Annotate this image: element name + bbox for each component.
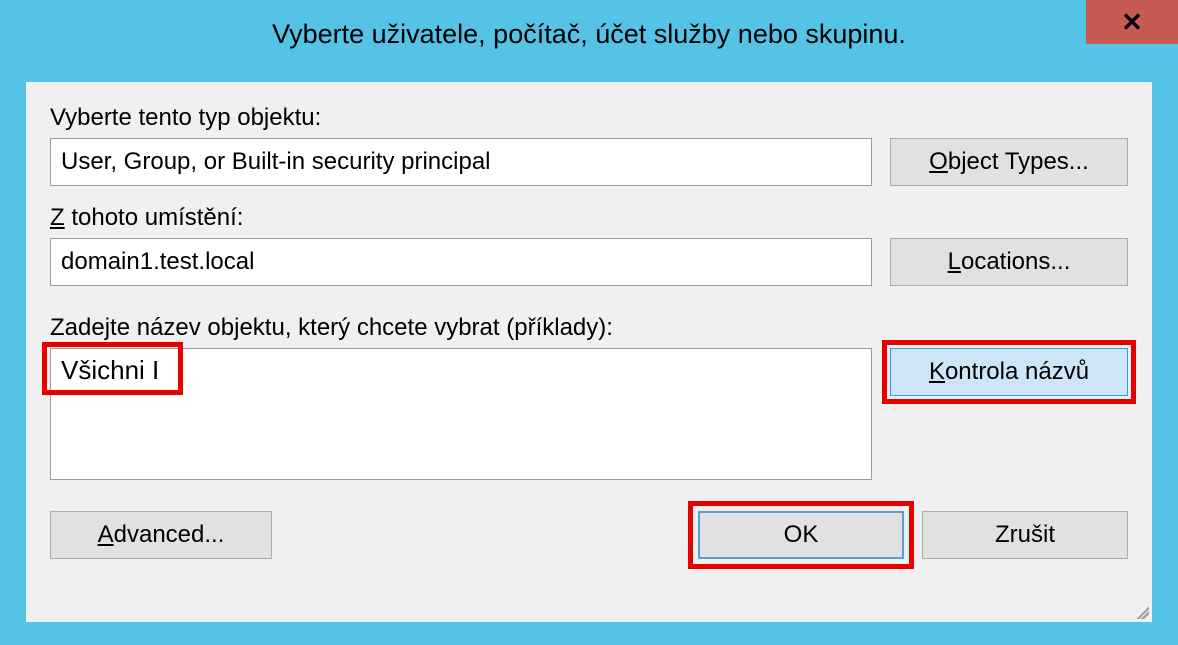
- dialog-panel: Vyberte tento typ objektu: User, Group, …: [26, 82, 1152, 622]
- close-icon: ✕: [1121, 9, 1143, 35]
- titlebar: Vyberte uživatele, počítač, účet služby …: [3, 3, 1175, 65]
- location-label: Z tohoto umístění:: [50, 204, 1128, 232]
- object-name-label: Zadejte název objektu, který chcete vybr…: [50, 314, 1128, 342]
- window-title: Vyberte uživatele, počítač, účet služby …: [172, 19, 1006, 50]
- object-types-button[interactable]: Object Types...: [890, 138, 1128, 186]
- locations-button[interactable]: Locations...: [890, 238, 1128, 286]
- location-field: domain1.test.local: [50, 238, 872, 286]
- cancel-button[interactable]: Zrušit: [922, 511, 1128, 559]
- object-name-input[interactable]: [50, 348, 872, 480]
- object-type-label: Vyberte tento typ objektu:: [50, 104, 1128, 132]
- resize-grip-icon[interactable]: [1133, 603, 1149, 619]
- check-names-button[interactable]: Kontrola názvů: [890, 348, 1128, 396]
- object-type-field: User, Group, or Built-in security princi…: [50, 138, 872, 186]
- close-button[interactable]: ✕: [1086, 0, 1178, 44]
- ok-button[interactable]: OK: [698, 511, 904, 559]
- advanced-button[interactable]: Advanced...: [50, 511, 272, 559]
